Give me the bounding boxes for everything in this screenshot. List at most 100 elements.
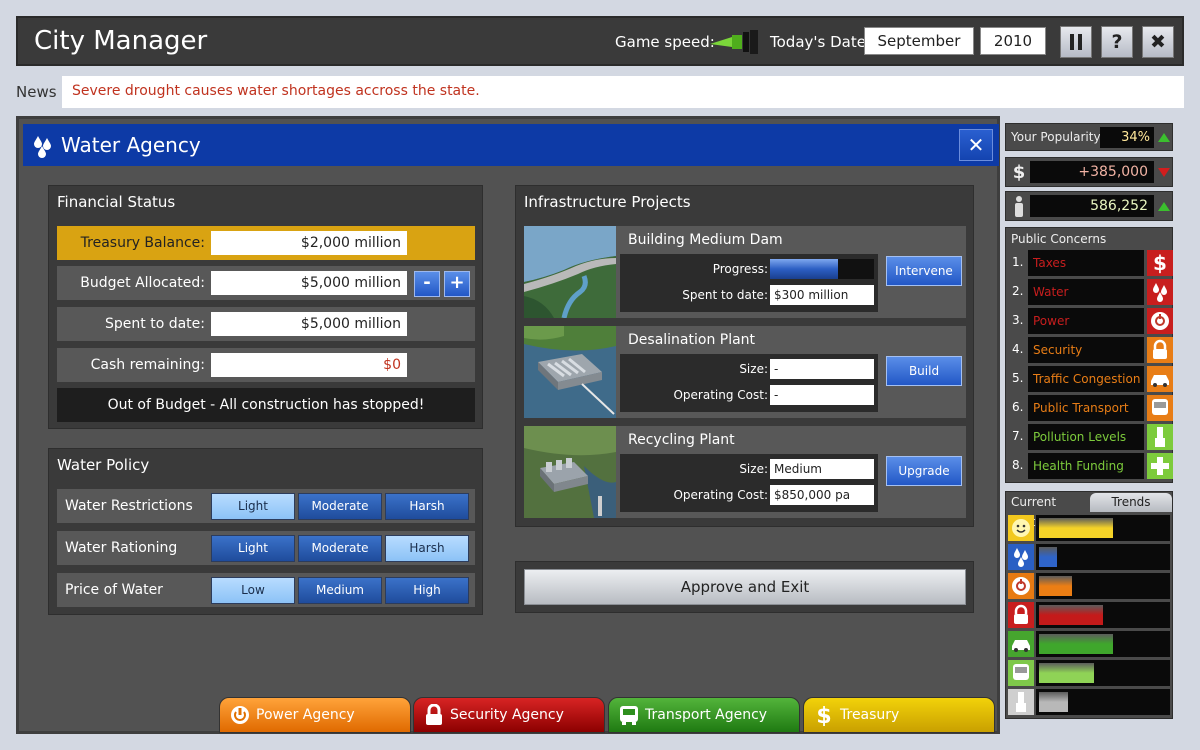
dollar-icon: $	[1147, 250, 1173, 276]
fin-label: Treasury Balance:	[80, 235, 205, 251]
status-bar-fill	[1039, 518, 1113, 538]
concern-label: Traffic Congestion	[1028, 366, 1144, 392]
popularity-up-arrow-icon	[1158, 133, 1170, 142]
tab-power-agency[interactable]: Power Agency	[219, 697, 411, 733]
public-concerns-title: Public Concerns	[1011, 232, 1107, 246]
restrictions-moderate-button[interactable]: Moderate	[298, 493, 382, 520]
concern-label: Security	[1028, 337, 1144, 363]
help-button[interactable]: ?	[1101, 26, 1133, 58]
concern-item: 1. Taxes $	[1010, 250, 1173, 276]
status-bar	[1036, 544, 1170, 570]
svg-text:$: $	[1153, 251, 1167, 275]
fin-label: Cash remaining:	[90, 357, 205, 373]
concern-item: 6. Public Transport	[1010, 395, 1173, 421]
financial-status-section: Financial Status Treasury Balance: $2,00…	[48, 185, 483, 429]
lock-icon	[1008, 602, 1034, 628]
project-desalination-plant: Desalination Plant Size: - Operating Cos…	[524, 326, 966, 418]
size-label: Size:	[739, 362, 768, 376]
game-speed-icon[interactable]	[708, 29, 760, 55]
news-text: Severe drought causes water shortages ac…	[72, 83, 480, 99]
budget-allocated-value: $5,000 million	[211, 271, 407, 295]
factory-icon	[1008, 689, 1034, 715]
tab-treasury[interactable]: $ Treasury	[803, 697, 995, 733]
concern-rank: 7.	[1012, 429, 1024, 443]
approve-and-exit-button[interactable]: Approve and Exit	[524, 569, 966, 605]
treasury-balance-row: Treasury Balance: $2,000 million	[57, 226, 475, 260]
project-details: Size: - Operating Cost: -	[620, 354, 878, 412]
policy-label: Price of Water	[65, 582, 163, 598]
person-icon	[1015, 196, 1023, 217]
tab-trends[interactable]: Trends	[1090, 493, 1172, 512]
concern-rank: 2.	[1012, 284, 1024, 298]
recycling-plant-image	[524, 426, 616, 518]
news-label: News	[16, 83, 57, 101]
concern-rank: 6.	[1012, 400, 1024, 414]
budget-decrease-button[interactable]: -	[414, 271, 440, 297]
date-label: Today's Date:	[770, 33, 871, 51]
project-name: Building Medium Dam	[628, 232, 783, 248]
pause-button[interactable]	[1060, 26, 1092, 58]
concern-label: Taxes	[1028, 250, 1144, 276]
concern-label: Pollution Levels	[1028, 424, 1144, 450]
concern-label: Power	[1028, 308, 1144, 334]
status-row	[1008, 515, 1172, 541]
dollar-icon: $	[816, 704, 831, 726]
status-row	[1008, 602, 1172, 628]
status-bar	[1036, 602, 1170, 628]
spent-to-date-row: Spent to date: $5,000 million	[57, 307, 475, 341]
section-title: Financial Status	[57, 193, 176, 211]
size-label: Size:	[739, 462, 768, 476]
car-icon	[1008, 631, 1034, 657]
spent-label: Spent to date:	[682, 288, 768, 302]
concern-rank: 4.	[1012, 342, 1024, 356]
progress-label: Progress:	[712, 262, 768, 276]
price-low-button[interactable]: Low	[211, 577, 295, 604]
upgrade-button[interactable]: Upgrade	[886, 456, 962, 486]
fin-label: Budget Allocated:	[80, 275, 205, 291]
status-row	[1008, 689, 1172, 715]
concern-item: 5. Traffic Congestion	[1010, 366, 1173, 392]
concern-item: 8. Health Funding	[1010, 453, 1173, 479]
restrictions-light-button[interactable]: Light	[211, 493, 295, 520]
bus-icon	[1147, 395, 1173, 421]
rationing-light-button[interactable]: Light	[211, 535, 295, 562]
game-speed-label: Game speed:	[615, 33, 715, 51]
tab-security-agency[interactable]: Security Agency	[413, 697, 605, 733]
project-name: Desalination Plant	[628, 332, 756, 348]
desalination-plant-image	[524, 326, 616, 418]
build-button[interactable]: Build	[886, 356, 962, 386]
rationing-moderate-button[interactable]: Moderate	[298, 535, 382, 562]
tab-current-status[interactable]: Current Status	[1006, 492, 1090, 529]
policy-label: Water Restrictions	[65, 498, 193, 514]
pause-icon	[1070, 34, 1082, 50]
dam-image	[524, 226, 616, 318]
status-bar-fill	[1039, 576, 1072, 596]
status-bar-fill	[1039, 605, 1103, 625]
tab-transport-agency[interactable]: Transport Agency	[608, 697, 800, 733]
close-button[interactable]: ✖	[1142, 26, 1174, 58]
concern-item: 3. Power	[1010, 308, 1173, 334]
water-drops-icon	[1008, 544, 1034, 570]
spent-to-date-value: $5,000 million	[211, 312, 407, 336]
approve-section: Approve and Exit	[515, 561, 974, 613]
progress-fill	[770, 259, 838, 279]
agency-close-button[interactable]: ✕	[959, 129, 993, 161]
water-restrictions-row: Water Restrictions Light Moderate Harsh	[57, 489, 475, 523]
status-row	[1008, 573, 1172, 599]
top-bar: City Manager Game speed: Today's Date: S…	[16, 16, 1184, 66]
status-bar	[1036, 631, 1170, 657]
restrictions-harsh-button[interactable]: Harsh	[385, 493, 469, 520]
agency-panel: Water Agency ✕ Financial Status Treasury…	[16, 116, 1000, 734]
rationing-harsh-button[interactable]: Harsh	[385, 535, 469, 562]
tab-label: Transport Agency	[645, 707, 768, 723]
water-rationing-row: Water Rationing Light Moderate Harsh	[57, 531, 475, 565]
price-medium-button[interactable]: Medium	[298, 577, 382, 604]
water-policy-section: Water Policy Water Restrictions Light Mo…	[48, 448, 483, 615]
budget-increase-button[interactable]: +	[444, 271, 470, 297]
svg-text:$: $	[816, 704, 831, 726]
intervene-button[interactable]: Intervene	[886, 256, 962, 286]
operating-cost-value: -	[770, 385, 874, 405]
price-high-button[interactable]: High	[385, 577, 469, 604]
news-ticker: Severe drought causes water shortages ac…	[62, 76, 1184, 108]
spent-value: $300 million	[770, 285, 874, 305]
